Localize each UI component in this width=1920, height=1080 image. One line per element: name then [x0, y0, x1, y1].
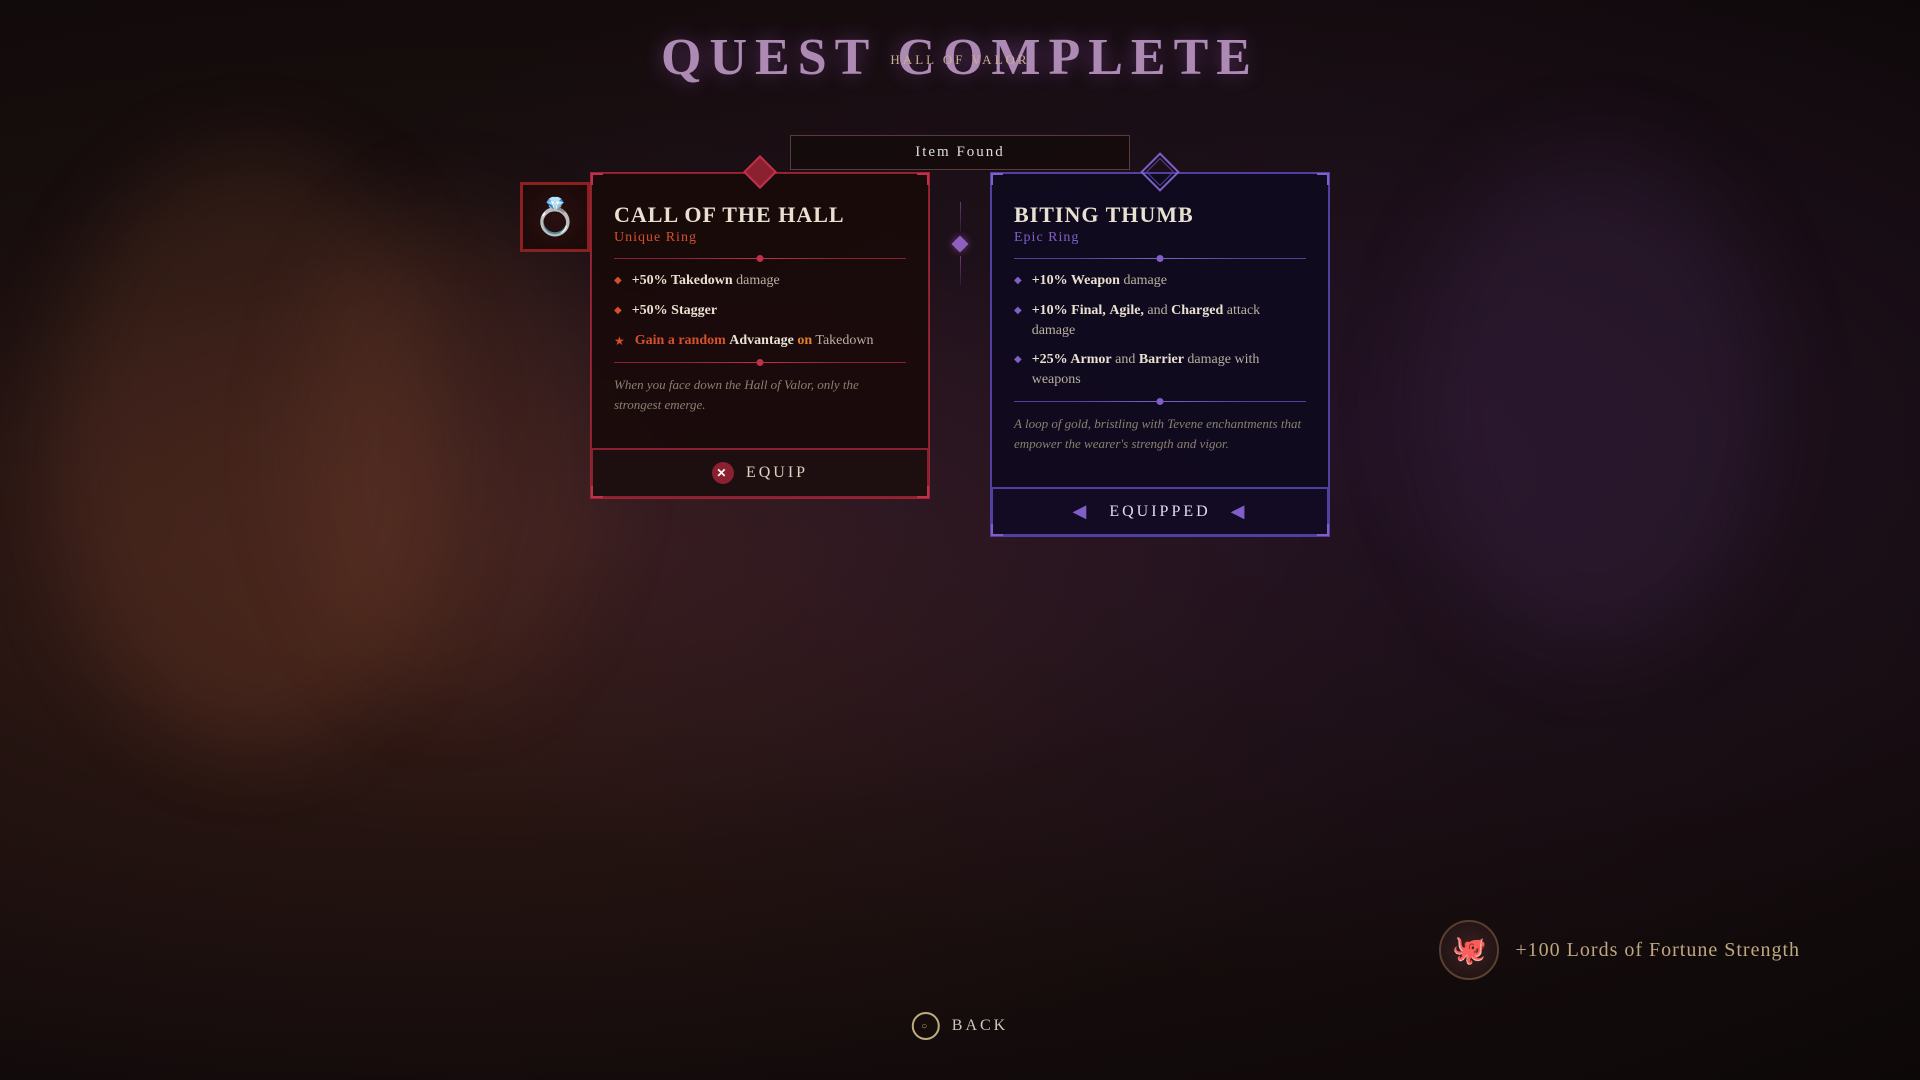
right-stat-diamond-3: ◆	[1014, 353, 1022, 367]
right-panel-item-name: BITING THUMB	[1014, 202, 1306, 228]
connector-line-bottom	[960, 256, 961, 286]
stat-item-1: ◆ +50% Takedown damage	[614, 271, 906, 291]
right-lore-text: A loop of gold, bristling with Tevene en…	[1014, 414, 1306, 453]
item-icon-glyph: 💍	[533, 196, 578, 238]
equip-button-label: EQUIP	[746, 464, 808, 482]
right-stat-bold-2b: Agile,	[1109, 303, 1144, 318]
right-stat-normal-3a: and	[1115, 352, 1135, 367]
panels-row: 💍 CALL OF THE HALL Unique Ring ◆ +50% Ta…	[590, 172, 1330, 537]
right-stat-diamond-1: ◆	[1014, 274, 1022, 288]
right-panel: BITING THUMB Epic Ring ◆ +10% Weapon dam…	[990, 172, 1330, 537]
equipped-button[interactable]: ◀ EQUIPPED ◀	[992, 487, 1328, 535]
right-stat-bold-3a: +25% Armor	[1032, 352, 1112, 367]
stat-diamond-1: ◆	[614, 274, 622, 288]
stat-item-2: ◆ +50% Stagger	[614, 301, 906, 321]
stat-star-3: ★	[614, 333, 625, 350]
equipped-button-label: EQUIPPED	[1109, 503, 1210, 521]
right-stat-bold-1a: +10% Weapon	[1032, 273, 1120, 288]
right-stat-item-1: ◆ +10% Weapon damage	[1014, 271, 1306, 291]
stat-normal-3a: Takedown	[815, 333, 873, 348]
stat-text-3: Gain a random Advantage on Takedown	[635, 331, 874, 351]
left-panel-item-type: Unique Ring	[614, 230, 906, 246]
left-panel-content: CALL OF THE HALL Unique Ring ◆ +50% Take…	[592, 174, 928, 440]
right-stat-bold-3b: Barrier	[1139, 352, 1184, 367]
right-stat-normal-1a: damage	[1123, 273, 1167, 288]
right-stats-list: ◆ +10% Weapon damage ◆ +10% Final, Agile…	[1014, 271, 1306, 389]
stat-highlight-3a: Gain a random	[635, 333, 726, 348]
corner-bl	[591, 486, 603, 498]
item-found-label: Item Found	[915, 144, 1005, 160]
right-stat-bold-2a: +10% Final,	[1032, 303, 1106, 318]
left-panel-item-name: CALL OF THE HALL	[614, 202, 906, 228]
item-icon: 💍	[520, 182, 590, 252]
nav-arrow-right[interactable]: ◀	[1231, 501, 1248, 522]
stat-item-3: ★ Gain a random Advantage on Takedown	[614, 331, 906, 351]
left-divider-1	[614, 258, 906, 259]
right-stat-diamond-2: ◆	[1014, 304, 1022, 318]
connector-line-top	[960, 202, 961, 232]
left-panel: CALL OF THE HALL Unique Ring ◆ +50% Take…	[590, 172, 930, 499]
stat-bold-3a: Advantage	[729, 333, 794, 348]
stat-text-1: +50% Takedown damage	[632, 271, 780, 291]
corner-br	[917, 486, 929, 498]
panel-connector	[930, 172, 990, 286]
right-stat-bold-2c: Charged	[1171, 303, 1223, 318]
stat-bold-1a: +50% Takedown	[632, 273, 733, 288]
right-panel-item-type: Epic Ring	[1014, 230, 1306, 246]
corner-tl-p	[991, 173, 1003, 185]
equip-button-icon: ✕	[712, 462, 734, 484]
connector-diamond	[952, 236, 969, 253]
stat-orange-3a: on	[797, 333, 812, 348]
right-panel-content: BITING THUMB Epic Ring ◆ +10% Weapon dam…	[992, 174, 1328, 479]
right-stat-text-2: +10% Final, Agile, and Charged attack da…	[1032, 301, 1306, 340]
equip-button[interactable]: ✕ EQUIP	[592, 448, 928, 497]
ui-container: L2 RING 1 RING 2 R2 QUEST COMPLETE HALL …	[0, 0, 1920, 1080]
left-divider-2	[614, 362, 906, 363]
corner-br-p	[1317, 524, 1329, 536]
right-stat-text-1: +10% Weapon damage	[1032, 271, 1167, 291]
stat-normal-1a: damage	[736, 273, 780, 288]
right-stat-item-3: ◆ +25% Armor and Barrier damage with wea…	[1014, 350, 1306, 389]
right-divider-2	[1014, 401, 1306, 402]
hall-of-valor-label: HALL OF VALOR	[890, 52, 1029, 68]
right-stat-normal-2a: and	[1147, 303, 1167, 318]
item-found-bar: Item Found	[790, 135, 1130, 170]
stat-text-2: +50% Stagger	[632, 301, 717, 321]
right-divider-1	[1014, 258, 1306, 259]
corner-tr	[917, 173, 929, 185]
left-lore-text: When you face down the Hall of Valor, on…	[614, 375, 906, 414]
nav-arrow-left[interactable]: ◀	[1072, 501, 1089, 522]
equip-icon-glyph: ✕	[716, 466, 729, 481]
right-stat-text-3: +25% Armor and Barrier damage with weapo…	[1032, 350, 1306, 389]
corner-tr-p	[1317, 173, 1329, 185]
corner-bl-p	[991, 524, 1003, 536]
stat-bold-2a: +50% Stagger	[632, 303, 717, 318]
corner-tl	[591, 173, 603, 185]
right-stat-item-2: ◆ +10% Final, Agile, and Charged attack …	[1014, 301, 1306, 340]
stat-diamond-2: ◆	[614, 304, 622, 318]
left-stats-list: ◆ +50% Takedown damage ◆ +50% Stagger	[614, 271, 906, 350]
